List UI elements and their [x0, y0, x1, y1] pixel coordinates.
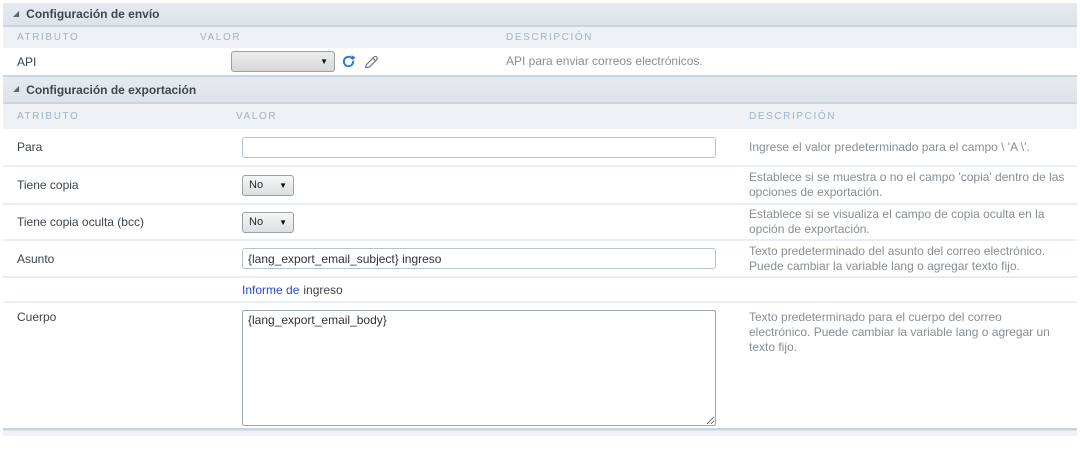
footer-strip [3, 430, 1077, 436]
para-input[interactable] [242, 136, 716, 158]
row-informe: Informe de ingreso [3, 276, 1077, 301]
row-label-asunto: Asunto [17, 251, 55, 266]
row-label-api: API [17, 54, 37, 69]
section-header-envio[interactable]: ◢ Configuración de envío [3, 3, 1077, 27]
tiene-copia-select[interactable]: No ▼ [242, 174, 294, 196]
section-exportacion: ◢ Configuración de exportación ATRIBUTO … [3, 77, 1077, 430]
row-description-cuerpo: Texto predeterminado para el cuerpo del … [749, 310, 1050, 354]
column-header-descripcion: DESCRIPCIÓN [506, 32, 594, 43]
envio-table: ATRIBUTO VALOR DESCRIPCIÓN API ▼ API par… [3, 27, 1077, 77]
column-header-valor: VALOR [200, 32, 242, 43]
column-header-valor: VALOR [236, 111, 278, 122]
column-header-atributo: ATRIBUTO [17, 111, 80, 122]
select-arrow-icon: ▼ [320, 57, 328, 66]
column-header-descripcion: DESCRIPCIÓN [749, 111, 837, 122]
row-label-cuerpo: Cuerpo [17, 310, 57, 324]
row-cuerpo: Cuerpo {lang_export_email_body} Texto pr… [3, 301, 1077, 428]
row-asunto: Asunto Texto predeterminado del asunto d… [3, 239, 1077, 276]
collapse-icon[interactable]: ◢ [13, 84, 19, 93]
row-tiene-copia: Tiene copia No ▼ Establece si se muestra… [3, 165, 1077, 203]
edit-pencil-icon[interactable] [362, 53, 379, 70]
row-para: Para Ingrese el valor predeterminado par… [3, 129, 1077, 165]
section-title-envio: Configuración de envío [26, 7, 160, 21]
collapse-icon[interactable]: ◢ [13, 9, 19, 18]
row-api: API ▼ API para enviar correos electrónic… [3, 48, 1077, 75]
row-description-copia-oculta: Establece si se visualiza el campo de co… [749, 207, 1045, 236]
column-header-atributo: ATRIBUTO [17, 32, 80, 43]
row-description-api: API para enviar correos electrónicos. [506, 54, 703, 68]
row-description-asunto: Texto predeterminado del asunto del corr… [749, 243, 1046, 273]
section-title-exportacion: Configuración de exportación [26, 82, 197, 97]
asunto-input[interactable] [242, 248, 716, 269]
config-panel: ◢ Configuración de envío ATRIBUTO VALOR … [0, 0, 1080, 450]
row-label-tiene-copia: Tiene copia [17, 178, 79, 192]
column-header-row: ATRIBUTO VALOR DESCRIPCIÓN [3, 27, 1077, 48]
exportacion-table: ATRIBUTO VALOR DESCRIPCIÓN Para Ingrese … [3, 104, 1077, 430]
informe-de-link[interactable]: Informe de [242, 283, 299, 297]
copia-oculta-select-value: No [249, 216, 264, 228]
column-header-row: ATRIBUTO VALOR DESCRIPCIÓN [3, 104, 1077, 129]
informe-suffix-text: ingreso [303, 282, 343, 297]
row-description-para: Ingrese el valor predeterminado para el … [749, 139, 1030, 154]
section-envio: ◢ Configuración de envío ATRIBUTO VALOR … [3, 3, 1077, 77]
row-copia-oculta: Tiene copia oculta (bcc) No ▼ Establece … [3, 203, 1077, 239]
section-header-exportacion[interactable]: ◢ Configuración de exportación [3, 77, 1077, 104]
select-arrow-icon: ▼ [279, 217, 287, 227]
copia-oculta-select[interactable]: No ▼ [242, 211, 294, 233]
row-label-para: Para [17, 140, 43, 154]
cuerpo-textarea[interactable]: {lang_export_email_body} [242, 310, 716, 426]
select-arrow-icon: ▼ [279, 180, 287, 190]
row-label-copia-oculta: Tiene copia oculta (bcc) [17, 215, 144, 229]
refresh-icon[interactable] [340, 53, 357, 70]
row-description-tiene-copia: Establece si se muestra o no el campo 'c… [749, 170, 1065, 199]
tiene-copia-select-value: No [249, 179, 264, 191]
api-select[interactable]: ▼ [231, 51, 335, 72]
